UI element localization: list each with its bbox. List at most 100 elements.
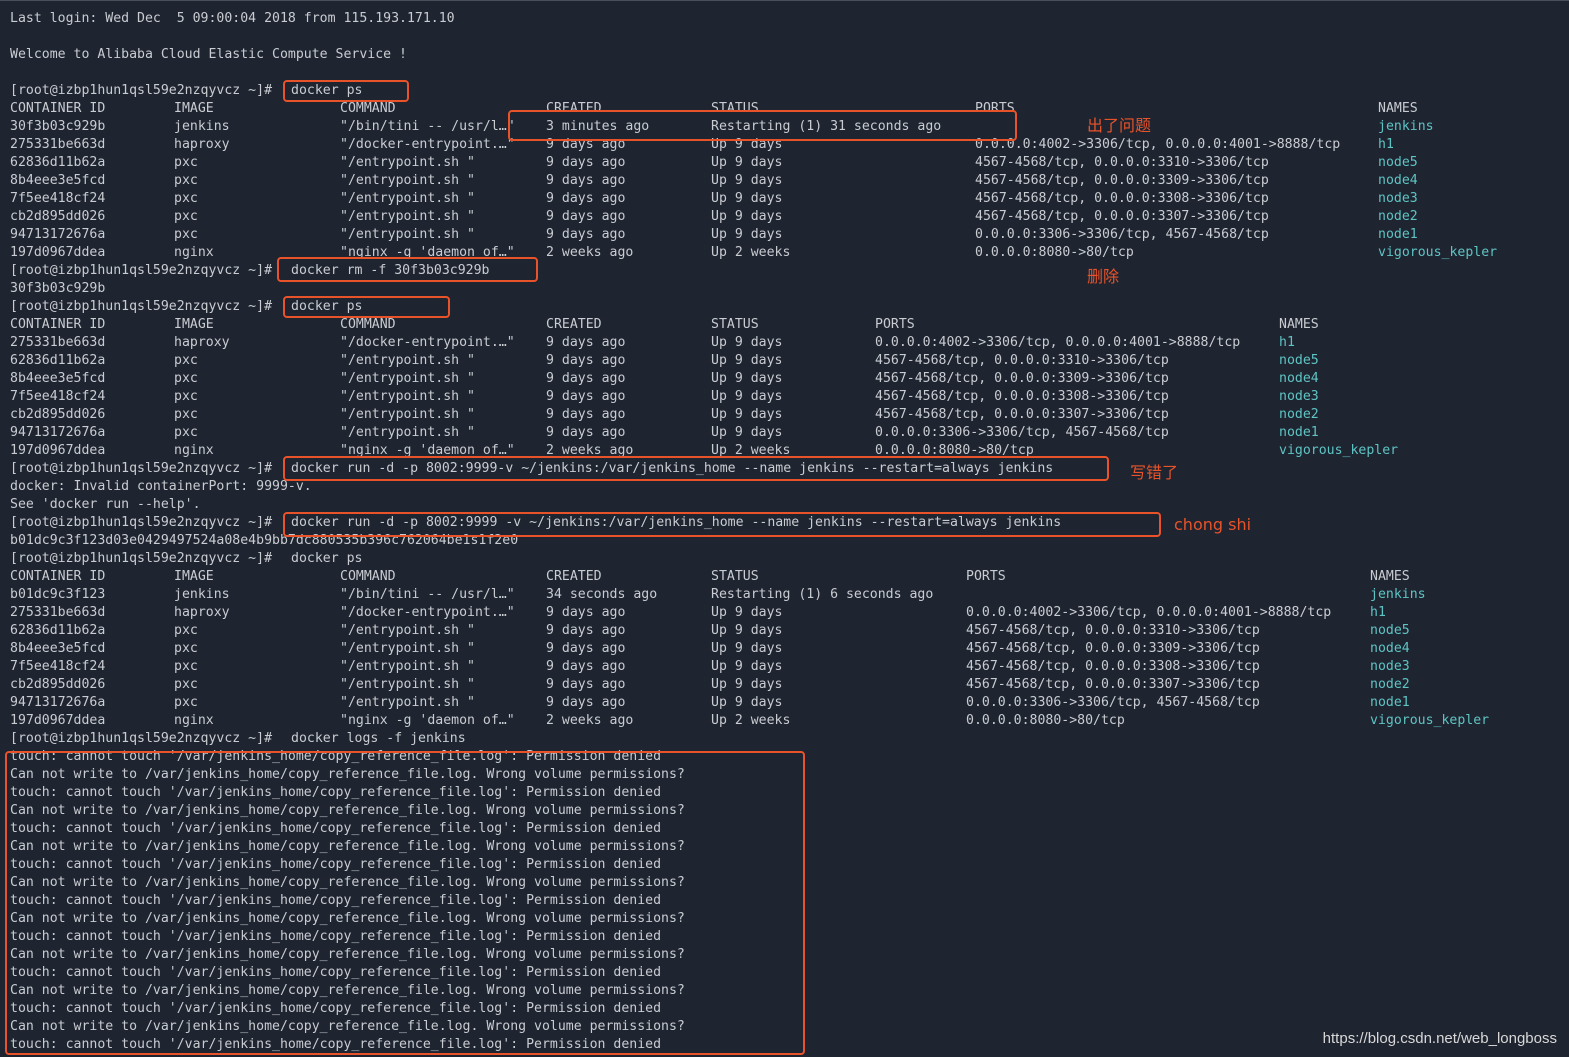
note-wrong: 写错了 bbox=[1130, 463, 1179, 482]
cell-status: Up 9 days bbox=[711, 677, 783, 692]
cell-image: haproxy bbox=[174, 137, 230, 152]
log-line-text: touch: cannot touch '/var/jenkins_home/c… bbox=[10, 893, 662, 908]
ps-table-2-row: cb2d895dd026 pxc "/entrypoint.sh " 9 days a… bbox=[10, 406, 1560, 424]
log-line: touch: cannot touch '/var/jenkins_home/c… bbox=[10, 820, 1560, 838]
cell-command: "nginx -g 'daemon of…" bbox=[340, 245, 515, 260]
cell-names: node2 bbox=[1370, 677, 1410, 692]
command-text: docker ps bbox=[291, 299, 363, 314]
cell-image: nginx bbox=[174, 443, 214, 458]
error-line-text: docker: Invalid containerPort: 9999-v. bbox=[10, 479, 312, 494]
cell-status: Up 9 days bbox=[711, 641, 783, 656]
prompt-line: [root@izbp1hun1qsl59e2nzqyvcz ~]# docker … bbox=[10, 514, 1560, 532]
cell-command: "/docker-entrypoint.…" bbox=[340, 605, 515, 620]
cell-image: pxc bbox=[174, 641, 198, 656]
log-line-text: Can not write to /var/jenkins_home/copy_… bbox=[10, 803, 685, 818]
cell-status: Up 9 days bbox=[711, 335, 783, 350]
cell-status: Up 9 days bbox=[711, 605, 783, 620]
ps-table-2-row: 275331be663d haproxy "/docker-entrypoint.…… bbox=[10, 334, 1560, 352]
cell-command: "nginx -g 'daemon of…" bbox=[340, 713, 515, 728]
cell-image: pxc bbox=[174, 677, 198, 692]
cell-command: "/entrypoint.sh " bbox=[340, 353, 475, 368]
cell-ports: 0.0.0.0:3306->3306/tcp, 4567-4568/tcp bbox=[966, 695, 1260, 710]
cell-ports: 0.0.0.0:8080->80/tcp bbox=[966, 713, 1125, 728]
cell-status: Up 2 weeks bbox=[711, 443, 791, 458]
cell-ports: 4567-4568/tcp, 0.0.0.0:3310->3306/tcp bbox=[966, 623, 1260, 638]
cell-image: pxc bbox=[174, 155, 198, 170]
command-text: docker rm -f 30f3b03c929b bbox=[291, 263, 490, 278]
terminal-window[interactable]: Last login: Wed Dec 5 09:00:04 2018 from… bbox=[0, 0, 1569, 1057]
cell-ports: 4567-4568/tcp, 0.0.0.0:3307->3306/tcp bbox=[966, 677, 1260, 692]
ps-table-1-row: 197d0967ddea nginx "nginx -g 'daemon of…" 2… bbox=[10, 244, 1560, 262]
cell-names: node5 bbox=[1370, 623, 1410, 638]
log-line-text: touch: cannot touch '/var/jenkins_home/c… bbox=[10, 785, 662, 800]
cell-status: Up 9 days bbox=[711, 173, 783, 188]
cell-command: "/docker-entrypoint.…" bbox=[340, 137, 515, 152]
command-text: docker run -d -p 8002:9999 -v ~/jenkins:… bbox=[291, 515, 1062, 530]
cell-ports: 0.0.0.0:4002->3306/tcp, 0.0.0.0:4001->88… bbox=[975, 137, 1341, 152]
cell-ports: 0.0.0.0:4002->3306/tcp, 0.0.0.0:4001->88… bbox=[875, 335, 1241, 350]
cell-image: pxc bbox=[174, 353, 198, 368]
column-header: STATUS bbox=[711, 317, 759, 332]
cell-container-id: 7f5ee418cf24 bbox=[10, 659, 106, 674]
cell-image: pxc bbox=[174, 389, 198, 404]
cell-container-id: 275331be663d bbox=[10, 137, 106, 152]
ps-table-1-row: cb2d895dd026 pxc "/entrypoint.sh " 9 days a… bbox=[10, 208, 1560, 226]
log-line: touch: cannot touch '/var/jenkins_home/c… bbox=[10, 748, 1560, 766]
cell-container-id: 197d0967ddea bbox=[10, 713, 106, 728]
terminal-output: Last login: Wed Dec 5 09:00:04 2018 from… bbox=[10, 10, 1560, 1054]
ps-table-1-header: CONTAINER ID IMAGE COMMAND CREATED STATUS POR… bbox=[10, 100, 1560, 118]
cell-status: Up 9 days bbox=[711, 659, 783, 674]
cell-container-id: cb2d895dd026 bbox=[10, 677, 106, 692]
cell-image: pxc bbox=[174, 191, 198, 206]
log-line-text: touch: cannot touch '/var/jenkins_home/c… bbox=[10, 857, 662, 872]
ps-table-3-row: 62836d11b62a pxc "/entrypoint.sh " 9 days a… bbox=[10, 622, 1560, 640]
cell-ports: 4567-4568/tcp, 0.0.0.0:3309->3306/tcp bbox=[966, 641, 1260, 656]
ps-table-2-row: 197d0967ddea nginx "nginx -g 'daemon of…" 2… bbox=[10, 442, 1560, 460]
column-header: CONTAINER ID bbox=[10, 569, 106, 584]
cell-image: pxc bbox=[174, 227, 198, 242]
log-line-text: Can not write to /var/jenkins_home/copy_… bbox=[10, 1019, 685, 1034]
column-header: CONTAINER ID bbox=[10, 101, 106, 116]
cell-command: "/entrypoint.sh " bbox=[340, 227, 475, 242]
prompt-line: [root@izbp1hun1qsl59e2nzqyvcz ~]# docker … bbox=[10, 262, 1560, 280]
note-retry: chong shi bbox=[1174, 515, 1252, 534]
ps-table-2-row: 94713172676a pxc "/entrypoint.sh " 9 days a… bbox=[10, 424, 1560, 442]
cell-status: Up 9 days bbox=[711, 155, 783, 170]
column-header: COMMAND bbox=[340, 317, 396, 332]
ps-table-1-row: 8b4eee3e5fcd pxc "/entrypoint.sh " 9 days a… bbox=[10, 172, 1560, 190]
cell-command: "/entrypoint.sh " bbox=[340, 371, 475, 386]
cell-container-id: 7f5ee418cf24 bbox=[10, 389, 106, 404]
log-line: touch: cannot touch '/var/jenkins_home/c… bbox=[10, 784, 1560, 802]
cell-status: Up 9 days bbox=[711, 353, 783, 368]
cell-image: haproxy bbox=[174, 605, 230, 620]
cell-status: Restarting (1) 31 seconds ago bbox=[711, 119, 942, 134]
cell-names: node4 bbox=[1279, 371, 1319, 386]
cell-image: haproxy bbox=[174, 335, 230, 350]
cell-names: jenkins bbox=[1370, 587, 1426, 602]
column-header: NAMES bbox=[1378, 101, 1418, 116]
cell-image: nginx bbox=[174, 245, 214, 260]
log-line: touch: cannot touch '/var/jenkins_home/c… bbox=[10, 1000, 1560, 1018]
cell-names: node1 bbox=[1279, 425, 1319, 440]
prompt-line: [root@izbp1hun1qsl59e2nzqyvcz ~]# docker … bbox=[10, 298, 1560, 316]
cell-ports: 4567-4568/tcp, 0.0.0.0:3310->3306/tcp bbox=[875, 353, 1169, 368]
cell-created: 9 days ago bbox=[546, 371, 626, 386]
log-line: Can not write to /var/jenkins_home/copy_… bbox=[10, 766, 1560, 784]
cell-names: node4 bbox=[1370, 641, 1410, 656]
ps-table-3-row: 94713172676a pxc "/entrypoint.sh " 9 days a… bbox=[10, 694, 1560, 712]
ps-table-3-header: CONTAINER ID IMAGE COMMAND CREATED STATUS POR… bbox=[10, 568, 1560, 586]
cell-command: "/entrypoint.sh " bbox=[340, 191, 475, 206]
cell-ports: 0.0.0.0:4002->3306/tcp, 0.0.0.0:4001->88… bbox=[966, 605, 1332, 620]
cell-status: Up 9 days bbox=[711, 209, 783, 224]
log-line: Can not write to /var/jenkins_home/copy_… bbox=[10, 910, 1560, 928]
cell-created: 9 days ago bbox=[546, 677, 626, 692]
column-header: CREATED bbox=[546, 569, 602, 584]
cell-created: 9 days ago bbox=[546, 209, 626, 224]
cell-names: node5 bbox=[1378, 155, 1418, 170]
cell-created: 9 days ago bbox=[546, 389, 626, 404]
cell-created: 9 days ago bbox=[546, 641, 626, 656]
ps-table-2-row: 62836d11b62a pxc "/entrypoint.sh " 9 days a… bbox=[10, 352, 1560, 370]
cell-ports: 4567-4568/tcp, 0.0.0.0:3307->3306/tcp bbox=[975, 209, 1269, 224]
prompt-line: [root@izbp1hun1qsl59e2nzqyvcz ~]# docker … bbox=[10, 460, 1560, 478]
column-header: NAMES bbox=[1370, 569, 1410, 584]
